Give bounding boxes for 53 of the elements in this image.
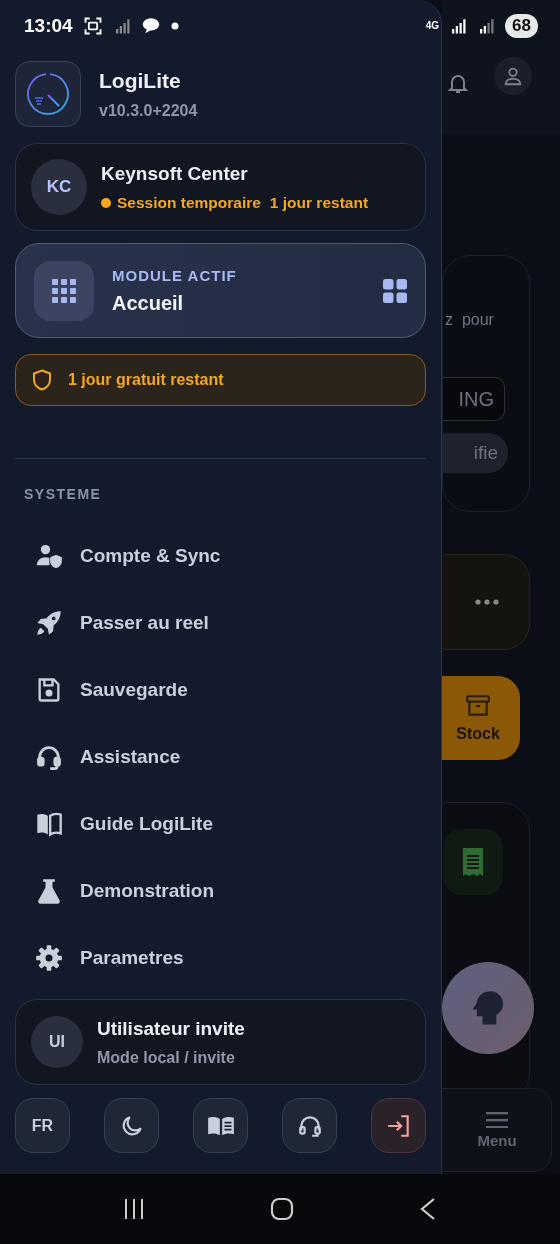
account-card[interactable]: KC Keynsoft Center Session temporaire 1 jour restant: [15, 143, 426, 231]
signal-icon: [449, 17, 468, 35]
guide-button[interactable]: [193, 1098, 248, 1153]
module-label: MODULE ACTIF: [112, 266, 238, 284]
banner-text: 1 jour gratuit restant: [68, 371, 224, 389]
rocket-icon: [35, 608, 63, 637]
user-name: Utilisateur invite: [97, 1017, 245, 1040]
logout-icon: [385, 1112, 412, 1139]
section-heading: SYSTEME: [24, 486, 103, 502]
menu-item[interactable]: Passer au reel: [15, 589, 426, 656]
avatar: KC: [31, 159, 87, 215]
menu-item[interactable]: Demonstration: [15, 857, 426, 924]
signal-icon: [477, 17, 496, 35]
grid-icon[interactable]: [383, 278, 407, 303]
logout-button[interactable]: [371, 1098, 426, 1153]
module-card[interactable]: MODULE ACTIF Accueil: [15, 243, 426, 338]
chat-icon: [140, 17, 161, 35]
remaining-days: 1 jour restant: [269, 193, 369, 212]
clock-time: 13:04: [24, 15, 73, 37]
user-card[interactable]: UI Utilisateur invite Mode local / invite: [15, 999, 426, 1085]
app-version: v10.3.0+2204: [99, 101, 198, 120]
card-text: z pour: [444, 311, 495, 329]
module-name: Accueil: [112, 291, 185, 315]
app-logo: [15, 61, 81, 127]
account-name: Keynsoft Center: [101, 162, 249, 185]
recent-apps-icon[interactable]: [122, 1197, 146, 1221]
menu-item[interactable]: Guide LogiLite: [15, 790, 426, 857]
receipt-icon: [462, 848, 484, 876]
home-icon[interactable]: [270, 1197, 294, 1221]
dot-icon: [170, 22, 179, 30]
profile-button[interactable]: [494, 57, 532, 95]
archive-icon: [465, 693, 491, 719]
user-icon: [502, 65, 524, 87]
code-field: ING: [443, 377, 505, 421]
menu-item[interactable]: Sauvegarde: [15, 656, 426, 723]
more-icon[interactable]: [475, 599, 499, 605]
language-button[interactable]: FR: [15, 1098, 70, 1153]
menu-item[interactable]: Parametres: [15, 924, 426, 991]
menu-icon: [486, 1111, 508, 1128]
flask-icon: [35, 876, 63, 905]
session-status: Session temporaire: [117, 193, 261, 212]
theme-button[interactable]: [104, 1098, 159, 1153]
apps-icon: [52, 278, 76, 303]
avatar: UI: [31, 1016, 83, 1068]
screenshot-icon: [82, 16, 103, 36]
support-button[interactable]: [282, 1098, 337, 1153]
app-name: LogiLite: [99, 68, 182, 93]
user-mode: Mode local / invite: [97, 1048, 236, 1067]
menu-item[interactable]: Compte & Sync: [15, 522, 426, 589]
settings-icon: [35, 943, 63, 972]
menu-item[interactable]: Assistance: [15, 723, 426, 790]
network-type: 4G: [425, 21, 440, 31]
shield-icon: [32, 369, 52, 391]
